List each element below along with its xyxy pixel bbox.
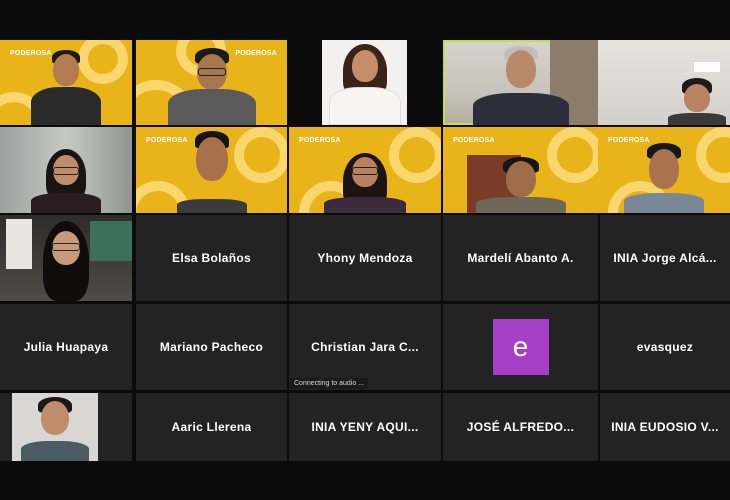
glasses-icon: [197, 68, 226, 76]
participant-name: Aaric Llerena: [171, 420, 252, 434]
participant-name: Mariano Pacheco: [159, 340, 264, 354]
video-tile[interactable]: PODEROSA: [136, 40, 287, 125]
video-tile[interactable]: PODEROSA: [598, 127, 730, 213]
video-tile[interactable]: PODEROSA: [0, 40, 132, 125]
participant-face: [351, 50, 378, 82]
participant-tile[interactable]: INIA EUDOSIO V...: [600, 393, 730, 461]
video-tile[interactable]: PODEROSA: [136, 127, 287, 213]
video-tile[interactable]: [322, 40, 407, 125]
participant-body: [328, 87, 401, 125]
participant-tile[interactable]: [0, 393, 132, 461]
avatar: e: [492, 319, 549, 375]
video-tile-active-speaker[interactable]: [443, 40, 598, 125]
participant-body: [324, 197, 406, 213]
participant-name: Mardelí Abanto A.: [467, 251, 574, 265]
glasses-icon: [53, 167, 79, 175]
participant-name: INIA YENY AQUI...: [311, 420, 419, 434]
participant-tile[interactable]: e: [443, 304, 598, 390]
participant-body: [31, 87, 101, 125]
participant-name: JOSÉ ALFREDO...: [466, 420, 575, 434]
participant-tile[interactable]: evasquez: [600, 304, 730, 390]
ceiling-light: [694, 62, 720, 72]
video-tile[interactable]: [598, 40, 730, 125]
video-tile[interactable]: PODEROSA: [289, 127, 441, 213]
connecting-audio-status: Connecting to audio ...: [290, 378, 369, 389]
participant-tile[interactable]: Yhony Mendoza: [289, 215, 441, 301]
participant-face: [195, 137, 228, 181]
brand-label: PODEROSA: [453, 137, 495, 144]
participant-tile[interactable]: JOSÉ ALFREDO...: [443, 393, 598, 461]
glasses-icon: [52, 243, 80, 251]
video-tile[interactable]: PODEROSA: [443, 127, 598, 213]
participant-name: INIA EUDOSIO V...: [611, 420, 719, 434]
participant-tile[interactable]: Elsa Bolaños: [136, 215, 287, 301]
participant-face: [505, 50, 536, 88]
participant-body: [624, 193, 704, 213]
brand-label: PODEROSA: [10, 50, 52, 57]
video-tile[interactable]: [0, 215, 132, 301]
participant-face: [53, 54, 79, 86]
avatar: [12, 393, 98, 461]
video-grid: PODEROSA PODEROSA PODEROSA PODEROSA PODE…: [0, 0, 730, 500]
window: [6, 219, 32, 269]
glasses-icon: [352, 167, 378, 175]
participant-tile[interactable]: Mariano Pacheco: [136, 304, 287, 390]
participant-tile[interactable]: INIA YENY AQUI...: [289, 393, 441, 461]
participant-name: Elsa Bolaños: [172, 251, 251, 265]
picture-frame: [90, 221, 132, 261]
brand-label: PODEROSA: [608, 137, 650, 144]
participant-body: [167, 89, 256, 125]
participant-name: INIA Jorge Alcá...: [613, 251, 717, 265]
participant-tile[interactable]: Mardelí Abanto A.: [443, 215, 598, 301]
brand-label: PODEROSA: [235, 50, 277, 57]
participant-name: evasquez: [636, 340, 694, 354]
participant-name: Christian Jara C...: [311, 340, 419, 354]
participant-body: [668, 113, 726, 125]
participant-tile[interactable]: Julia Huapaya: [0, 304, 132, 390]
participant-face: [649, 149, 679, 189]
participant-face: [505, 161, 536, 197]
participant-body: [472, 93, 569, 125]
participant-tile[interactable]: INIA Jorge Alcá...: [600, 215, 730, 301]
participant-body: [475, 197, 566, 213]
brand-label: PODEROSA: [146, 137, 188, 144]
video-tile[interactable]: [0, 127, 132, 213]
participant-tile[interactable]: Aaric Llerena: [136, 393, 287, 461]
brand-label: PODEROSA: [299, 137, 341, 144]
participant-name: Julia Huapaya: [23, 340, 109, 354]
participant-body: [176, 199, 247, 213]
participant-face: [684, 84, 710, 112]
participant-body: [31, 193, 101, 213]
participant-name: Yhony Mendoza: [317, 251, 413, 265]
